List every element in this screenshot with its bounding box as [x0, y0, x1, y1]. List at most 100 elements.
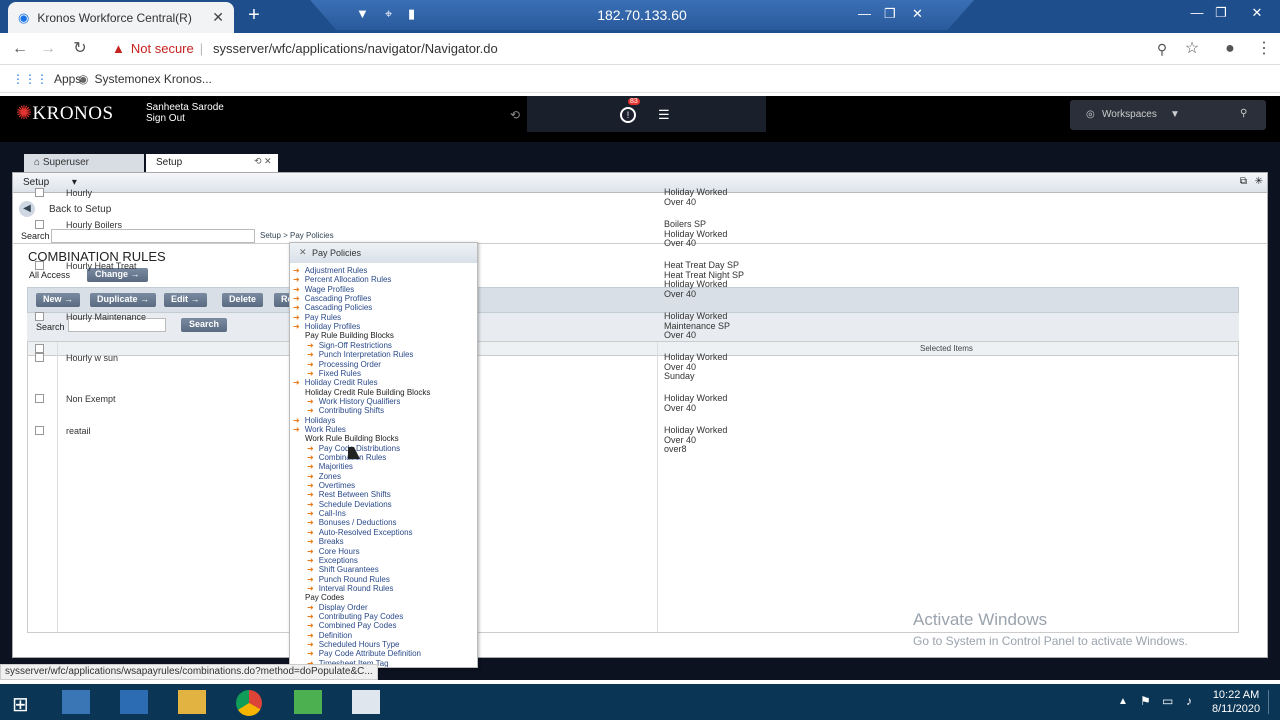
- menu-item[interactable]: ➜ Processing Order: [307, 360, 381, 369]
- menu-item[interactable]: ➜ Pay Code Attribute Definition: [307, 649, 421, 658]
- menu-item[interactable]: Work Rule Building Blocks: [305, 434, 399, 443]
- menu-item[interactable]: ➜ Holiday Profiles: [293, 322, 360, 331]
- menu-item[interactable]: ➜ Bonuses / Deductions: [307, 518, 397, 527]
- menu-item[interactable]: ➜ Cascading Profiles: [293, 294, 371, 303]
- file-explorer-icon[interactable]: [178, 690, 206, 714]
- notepad-icon[interactable]: [352, 690, 380, 714]
- new-button[interactable]: New →: [36, 293, 81, 307]
- display-icon[interactable]: ▭: [1162, 694, 1173, 708]
- sign-out-link[interactable]: Sign Out: [146, 113, 224, 124]
- list-icon[interactable]: ☰: [658, 107, 670, 123]
- back-icon[interactable]: ←: [10, 39, 30, 59]
- menu-item[interactable]: ➜ Holidays: [293, 416, 335, 425]
- select-all-checkbox[interactable]: [35, 344, 44, 353]
- menu-item[interactable]: ➜ Interval Round Rules: [307, 584, 393, 593]
- menu-item[interactable]: ➜ Scheduled Hours Type: [307, 640, 400, 649]
- alert-icon[interactable]: !: [620, 107, 636, 123]
- menu-item[interactable]: ➜ Contributing Pay Codes: [307, 612, 403, 621]
- rule-name[interactable]: Hourly Maintenance: [66, 312, 146, 322]
- rule-name[interactable]: Hourly: [66, 188, 92, 198]
- show-desktop-button[interactable]: [1268, 690, 1269, 714]
- menu-item[interactable]: Pay Rule Building Blocks: [305, 331, 394, 340]
- menu-item[interactable]: ➜ Call-Ins: [307, 509, 346, 518]
- setup-search-input[interactable]: [51, 229, 255, 243]
- chevron-down-icon[interactable]: ▾: [72, 177, 77, 188]
- menu-item[interactable]: ➜ Rest Between Shifts: [307, 490, 391, 499]
- workspaces-menu[interactable]: ◎ Workspaces ▼ ⚲: [1070, 100, 1266, 130]
- menu-item[interactable]: ➜ Punch Round Rules: [307, 575, 390, 584]
- menu-item[interactable]: ➜ Cascading Policies: [293, 303, 372, 312]
- back-to-setup[interactable]: ◀ Back to Setup: [19, 201, 111, 217]
- close-menu-icon[interactable]: ✕: [299, 247, 307, 258]
- duplicate-button[interactable]: Duplicate →: [90, 293, 157, 307]
- bookmark-apps[interactable]: ⋮⋮⋮ Apps: [12, 72, 81, 86]
- row-checkbox[interactable]: [35, 220, 44, 229]
- row-checkbox[interactable]: [35, 312, 44, 321]
- menu-item[interactable]: ➜ Majorities: [307, 462, 353, 471]
- row-checkbox[interactable]: [35, 261, 44, 270]
- popout-icon[interactable]: ⧉: [1240, 176, 1247, 187]
- restore-remote-icon[interactable]: ❐: [884, 6, 896, 22]
- menu-item[interactable]: ➜ Percent Allocation Rules: [293, 275, 391, 284]
- url-field[interactable]: sysserver/wfc/applications/navigator/Nav…: [213, 41, 498, 56]
- tray-chevron-icon[interactable]: ▲: [1118, 696, 1128, 707]
- powershell-icon[interactable]: [120, 690, 148, 714]
- menu-item[interactable]: ➜ Core Hours: [307, 547, 360, 556]
- rule-name[interactable]: Non Exempt: [66, 394, 116, 404]
- menu-item[interactable]: ➜ Breaks: [307, 537, 344, 546]
- breadcrumb[interactable]: Setup > Pay Policies: [260, 231, 334, 240]
- windows-start-icon[interactable]: ⊞: [12, 692, 29, 717]
- volume-icon[interactable]: ♪: [1186, 694, 1192, 708]
- reload-icon[interactable]: ↻: [70, 39, 90, 59]
- clock[interactable]: 10:22 AM 8/11/2020: [1212, 688, 1260, 716]
- tools-icon[interactable]: [294, 690, 322, 714]
- menu-item[interactable]: ➜ Contributing Shifts: [307, 406, 384, 415]
- menu-item[interactable]: ➜ Adjustment Rules: [293, 266, 367, 275]
- menu-item[interactable]: ➜ Work Rules: [293, 425, 346, 434]
- menu-item[interactable]: ➜ Combination Rules: [307, 453, 386, 462]
- menu-icon[interactable]: ⋮: [1254, 39, 1274, 59]
- search-button[interactable]: Search: [181, 318, 228, 332]
- close-remote-icon[interactable]: ✕: [912, 6, 923, 22]
- menu-item[interactable]: ➜ Punch Interpretation Rules: [307, 350, 413, 359]
- menu-item[interactable]: Pay Codes: [305, 593, 344, 602]
- minimize-remote-icon[interactable]: —: [858, 6, 871, 21]
- menu-item[interactable]: ➜ Combined Pay Codes: [307, 621, 397, 630]
- edit-button[interactable]: Edit →: [164, 293, 207, 307]
- network-icon[interactable]: ⚑: [1140, 694, 1151, 708]
- menu-item[interactable]: ➜ Schedule Deviations: [307, 500, 392, 509]
- tab-setup[interactable]: Setup ⟲ ✕: [146, 154, 278, 172]
- chrome-icon[interactable]: [236, 690, 262, 716]
- menu-item[interactable]: Holiday Credit Rule Building Blocks: [305, 388, 430, 397]
- refresh-icon[interactable]: ⟲: [510, 108, 520, 122]
- delete-button[interactable]: Delete: [222, 293, 264, 307]
- menu-item[interactable]: ➜ Wage Profiles: [293, 285, 354, 294]
- menu-item[interactable]: ➜ Zones: [307, 472, 341, 481]
- menu-item[interactable]: ➜ Fixed Rules: [307, 369, 361, 378]
- menu-item[interactable]: ➜ Display Order: [307, 603, 368, 612]
- browser-tab[interactable]: ◉ Kronos Workforce Central(R) ✕: [8, 2, 234, 33]
- maximize-icon[interactable]: ❐: [1206, 3, 1236, 27]
- menu-item[interactable]: ➜ Holiday Credit Rules: [293, 378, 378, 387]
- menu-item[interactable]: ➜ Exceptions: [307, 556, 358, 565]
- row-checkbox[interactable]: [35, 426, 44, 435]
- menu-item[interactable]: ➜ Overtimes: [307, 481, 355, 490]
- tab-superuser[interactable]: ⌂ Superuser: [24, 154, 144, 172]
- server-manager-icon[interactable]: [62, 690, 90, 714]
- row-checkbox[interactable]: [35, 188, 44, 197]
- security-indicator[interactable]: ▲ Not secure |: [112, 41, 203, 56]
- settings-icon[interactable]: ✳: [1255, 176, 1263, 187]
- menu-item[interactable]: ➜ Pay Rules: [293, 313, 341, 322]
- rule-name[interactable]: reatail: [66, 426, 91, 436]
- star-icon[interactable]: ☆: [1182, 39, 1202, 59]
- new-tab-icon[interactable]: +: [244, 5, 264, 25]
- zoom-icon[interactable]: ⚲: [1152, 39, 1172, 59]
- forward-icon[interactable]: →: [38, 39, 58, 59]
- menu-item[interactable]: ➜ Auto-Resolved Exceptions: [307, 528, 413, 537]
- menu-item[interactable]: ➜ Definition: [307, 631, 352, 640]
- close-window-icon[interactable]: ✕: [1242, 3, 1272, 27]
- rule-name[interactable]: Hourly Boilers: [66, 220, 122, 230]
- bookmark-systemonex[interactable]: ◉ Systemonex Kronos...: [78, 72, 212, 86]
- rule-name[interactable]: Hourly w sun: [66, 353, 118, 363]
- row-checkbox[interactable]: [35, 353, 44, 362]
